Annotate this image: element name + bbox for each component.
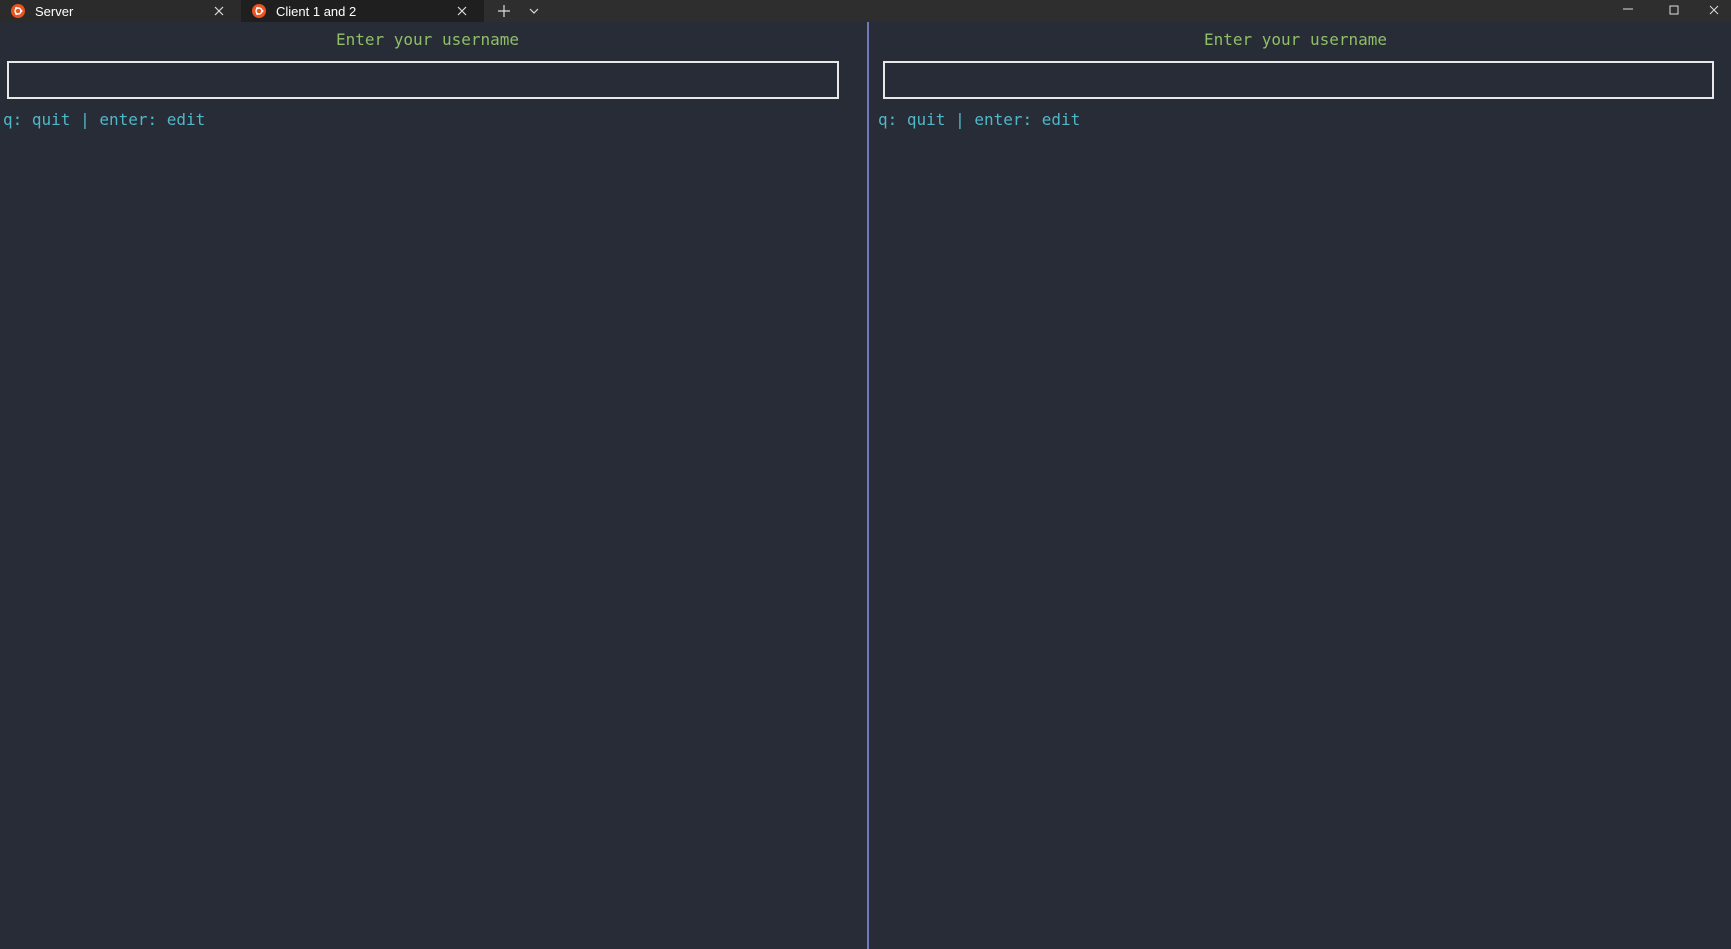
minimize-icon bbox=[1623, 8, 1633, 10]
username-prompt: Enter your username bbox=[1203, 30, 1388, 49]
tab-label: Server bbox=[35, 3, 74, 19]
terminal-pane-right[interactable]: Enter your username q: quit | enter: edi… bbox=[869, 22, 1731, 949]
tab-label: Client 1 and 2 bbox=[276, 3, 357, 19]
close-icon bbox=[1709, 5, 1719, 15]
window-close-button[interactable] bbox=[1700, 0, 1728, 22]
maximize-button[interactable] bbox=[1660, 0, 1688, 22]
tab-client-1-and-2[interactable]: Client 1 and 2 bbox=[241, 0, 484, 22]
close-icon[interactable] bbox=[209, 1, 229, 21]
close-icon[interactable] bbox=[452, 1, 472, 21]
new-tab-button[interactable] bbox=[492, 0, 516, 22]
username-input[interactable] bbox=[7, 61, 839, 99]
keybinding-help: q: quit | enter: edit bbox=[3, 110, 206, 129]
ubuntu-icon bbox=[11, 4, 25, 18]
tab-dropdown-button[interactable] bbox=[524, 0, 544, 22]
keybinding-help: q: quit | enter: edit bbox=[878, 110, 1081, 129]
username-input[interactable] bbox=[883, 61, 1714, 99]
tab-server[interactable]: Server bbox=[0, 0, 241, 22]
maximize-icon bbox=[1669, 5, 1679, 15]
minimize-button[interactable] bbox=[1614, 0, 1642, 22]
plus-icon bbox=[498, 5, 510, 17]
chevron-down-icon bbox=[529, 8, 539, 14]
ubuntu-icon bbox=[252, 4, 266, 18]
username-prompt: Enter your username bbox=[335, 30, 520, 49]
terminal-pane-left[interactable]: Enter your username q: quit | enter: edi… bbox=[0, 22, 867, 949]
title-bar: Server Client 1 and 2 bbox=[0, 0, 1731, 22]
